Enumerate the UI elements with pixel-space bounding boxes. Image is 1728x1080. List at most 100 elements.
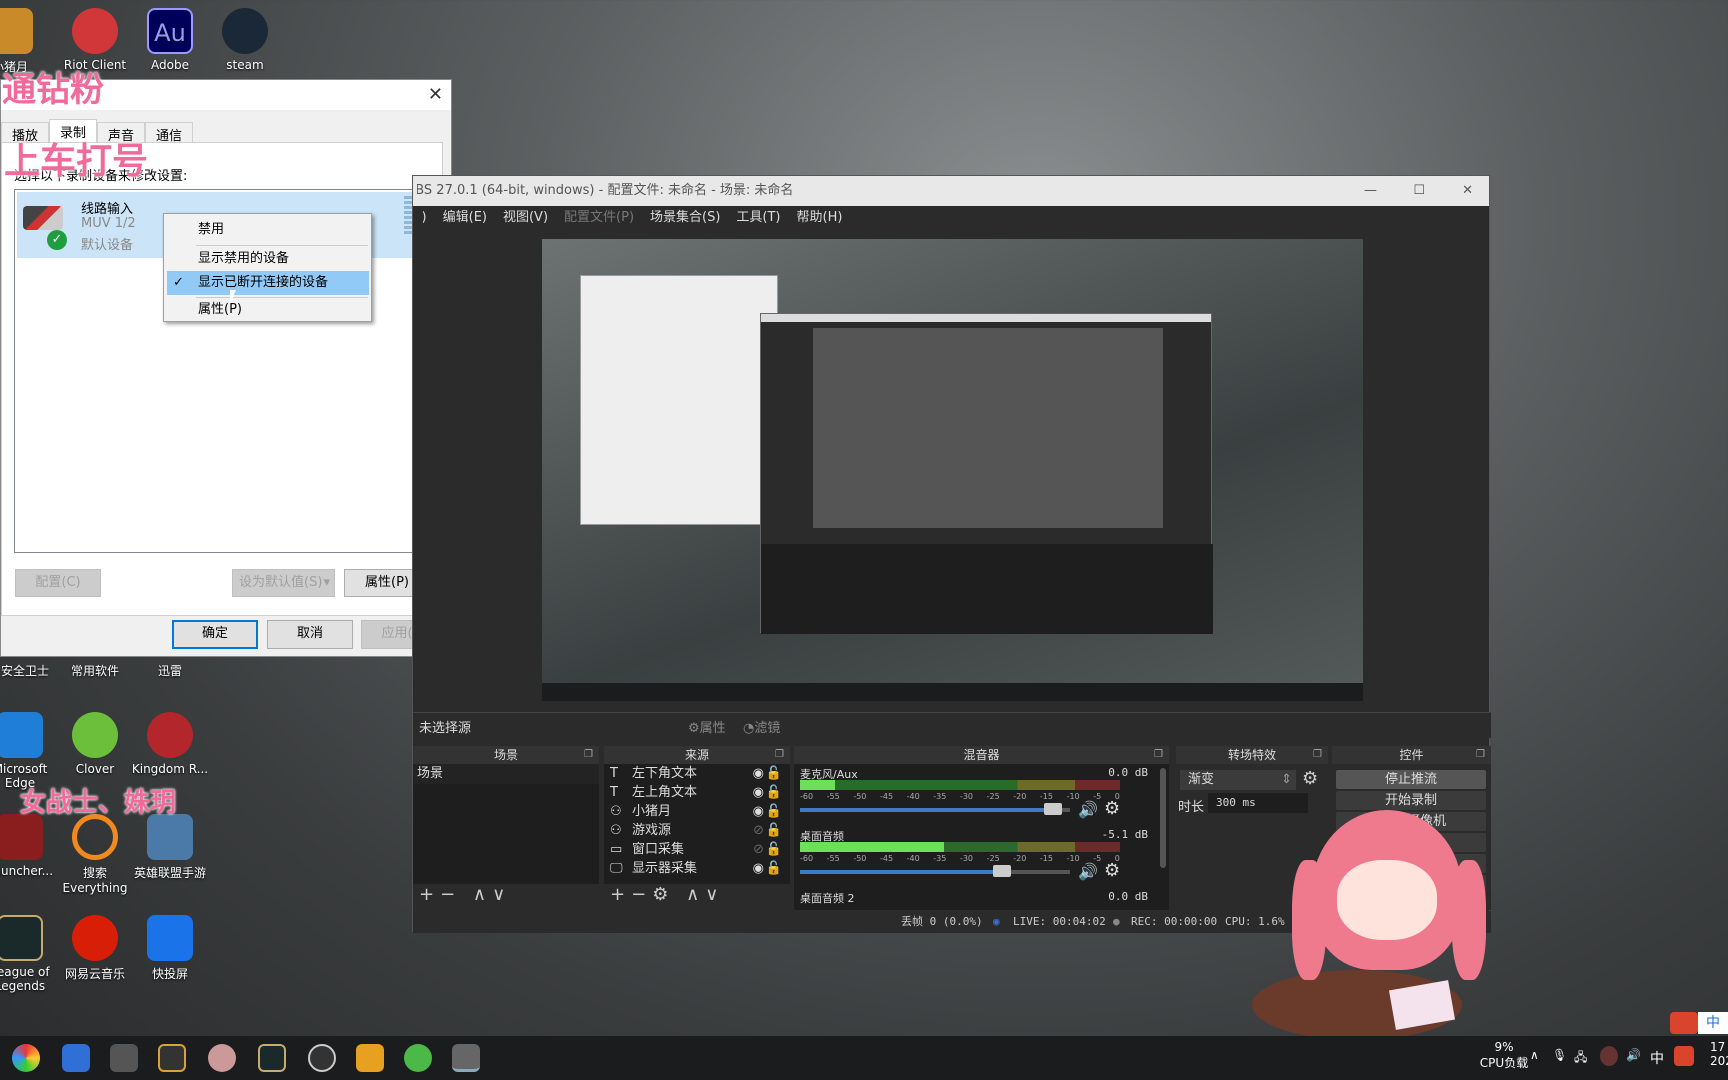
minimize-button[interactable]: — <box>1364 176 1377 206</box>
source-item[interactable]: 🖵 显示器采集 ◉ 🔓 <box>604 859 790 878</box>
transition-select[interactable]: 渐变 ⇕ <box>1180 770 1296 790</box>
app-icon[interactable] <box>110 1044 138 1072</box>
close-button[interactable]: ✕ <box>1462 176 1473 206</box>
slider-handle[interactable] <box>992 865 1011 877</box>
desktop-icon-lol[interactable]: League of Legends <box>0 915 60 993</box>
source-item[interactable]: ▭ 窗口采集 ⊘ 🔓 <box>604 840 790 859</box>
gear-icon[interactable]: ⚙ <box>1104 798 1120 819</box>
slider-handle[interactable] <box>1043 803 1062 815</box>
eye-hidden-icon[interactable]: ⊘ <box>753 821 764 840</box>
mixer-scrollbar[interactable] <box>1160 768 1166 868</box>
lock-icon[interactable]: 🔓 <box>766 783 782 802</box>
desktop-icon-xunlei[interactable]: 迅雷 <box>130 662 210 679</box>
remove-icon[interactable]: − <box>631 884 652 905</box>
feishu-icon[interactable] <box>62 1044 90 1072</box>
tab-communications[interactable]: 通信 <box>145 122 194 144</box>
lock-icon[interactable]: 🔓 <box>766 764 782 783</box>
desktop-icon-clover[interactable]: Clover <box>55 712 135 776</box>
menu-item-show-disconnected[interactable]: ✓ 显示已断开连接的设备 <box>167 271 369 295</box>
close-button[interactable]: ✕ <box>428 84 443 105</box>
dropdown-arrow-icon[interactable]: ▾ <box>323 570 330 596</box>
speaker-icon[interactable]: 🔊 <box>1078 800 1098 819</box>
float-icon[interactable]: ❐ <box>1313 746 1322 764</box>
eye-icon[interactable]: ◉ <box>753 764 764 783</box>
lock-icon[interactable]: 🔓 <box>766 821 782 840</box>
obs-icon[interactable] <box>308 1044 336 1072</box>
move-down-icon[interactable]: ∨ <box>705 884 724 905</box>
desktop-icon-steam[interactable]: steam <box>205 8 285 72</box>
network-icon[interactable]: 🖧 <box>1574 1048 1587 1069</box>
add-icon[interactable]: + <box>610 884 631 905</box>
gear-icon[interactable]: ⚙ <box>1104 860 1120 881</box>
source-item[interactable]: ⚇ 游戏源 ⊘ 🔓 <box>604 821 790 840</box>
menu-item-properties[interactable]: 属性(P) <box>164 298 371 322</box>
menu-edit[interactable]: 编辑(E) <box>443 206 487 230</box>
properties-button[interactable]: ⚙属性 <box>688 717 726 736</box>
ime-indicator[interactable]: 中 <box>1650 1048 1664 1068</box>
desktop-icon-lol-mobile[interactable]: 英雄联盟手游 <box>130 814 210 881</box>
source-item[interactable]: T 左下角文本 ◉ 🔓 <box>604 764 790 783</box>
desktop-icon-launcher[interactable]: Launcher... <box>0 814 60 878</box>
gear-icon[interactable]: ⚙ <box>652 884 674 905</box>
float-icon[interactable]: ❐ <box>1476 746 1485 764</box>
float-icon[interactable]: ❐ <box>775 746 784 764</box>
active-app-icon[interactable] <box>452 1044 480 1072</box>
menu-view[interactable]: 视图(V) <box>503 206 548 230</box>
volume-slider[interactable] <box>800 803 1070 815</box>
move-up-icon[interactable]: ∧ <box>473 884 492 905</box>
avatar-app-icon[interactable] <box>208 1044 236 1072</box>
v-app-icon[interactable] <box>356 1044 384 1072</box>
menu-profile[interactable]: 配置文件(P) <box>564 206 634 230</box>
ok-button[interactable]: 确定 <box>172 620 258 649</box>
remove-icon[interactable]: − <box>440 884 461 905</box>
desktop-icon-kuaitouping[interactable]: 快投屏 <box>130 915 210 982</box>
filters-button[interactable]: ◔滤镜 <box>743 717 780 736</box>
eye-icon[interactable]: ◉ <box>753 783 764 802</box>
ime-floating-bar[interactable]: 中 <box>1698 1012 1728 1034</box>
lock-icon[interactable]: 🔓 <box>766 840 782 859</box>
chrome-icon[interactable] <box>12 1044 40 1072</box>
preview-canvas[interactable] <box>542 239 1363 701</box>
menu-scene-collection[interactable]: 场景集合(S) <box>650 206 720 230</box>
volume-slider[interactable] <box>800 865 1070 877</box>
float-icon[interactable]: ❐ <box>1154 746 1163 764</box>
add-icon[interactable]: + <box>419 884 440 905</box>
sogou-icon[interactable] <box>1674 1046 1694 1066</box>
show-hidden-icons[interactable]: ∧ <box>1530 1048 1539 1062</box>
microphone-icon[interactable]: 🎙 <box>1552 1048 1567 1062</box>
speaker-icon[interactable]: 🔊 <box>1078 862 1098 881</box>
menu-tools[interactable]: 工具(T) <box>736 206 780 230</box>
float-icon[interactable]: ❐ <box>584 746 593 764</box>
maximize-button[interactable]: ☐ <box>1413 176 1425 206</box>
menu-item-disable[interactable]: 禁用 <box>164 218 371 242</box>
desktop-icon-common[interactable]: 常用软件 <box>55 662 135 679</box>
desktop-icon-edge[interactable]: Microsoft Edge <box>0 712 60 790</box>
move-up-icon[interactable]: ∧ <box>686 884 705 905</box>
eye-hidden-icon[interactable]: ⊘ <box>753 840 764 859</box>
green-app-icon[interactable] <box>404 1044 432 1072</box>
menu-item-show-disabled[interactable]: 显示禁用的设备 <box>164 247 371 271</box>
clock[interactable]: 17202 <box>1710 1040 1728 1068</box>
gear-icon[interactable]: ⚙ <box>1302 768 1318 789</box>
lol-icon[interactable] <box>258 1044 286 1072</box>
desktop-icon-kingdom[interactable]: Kingdom R... <box>130 712 210 776</box>
eye-icon[interactable]: ◉ <box>753 859 764 878</box>
g-app-icon[interactable] <box>158 1044 186 1072</box>
lock-icon[interactable]: 🔓 <box>766 859 782 878</box>
eye-icon[interactable]: ◉ <box>753 802 764 821</box>
cancel-button[interactable]: 取消 <box>267 620 353 649</box>
set-default-button[interactable]: 设为默认值(S) ▾ <box>232 569 335 597</box>
desktop-icon-everything[interactable]: 搜索 Everything <box>55 814 135 895</box>
source-item[interactable]: T 左上角文本 ◉ 🔓 <box>604 783 790 802</box>
qq-icon[interactable] <box>1600 1046 1618 1066</box>
stop-streaming-button[interactable]: 停止推流 <box>1336 770 1486 789</box>
configure-button[interactable]: 配置(C) <box>15 569 101 597</box>
volume-icon[interactable]: 🔊 <box>1626 1048 1641 1062</box>
desktop-icon-adobe[interactable]: Au Adobe <box>130 8 210 72</box>
desktop-icon-netease-music[interactable]: 网易云音乐 <box>55 915 135 982</box>
source-item[interactable]: ⚇ 小猪月 ◉ 🔓 <box>604 802 790 821</box>
move-down-icon[interactable]: ∨ <box>492 884 511 905</box>
menu-help[interactable]: 帮助(H) <box>797 206 843 230</box>
scene-item[interactable]: 场景 <box>413 764 599 784</box>
lock-icon[interactable]: 🔓 <box>766 802 782 821</box>
